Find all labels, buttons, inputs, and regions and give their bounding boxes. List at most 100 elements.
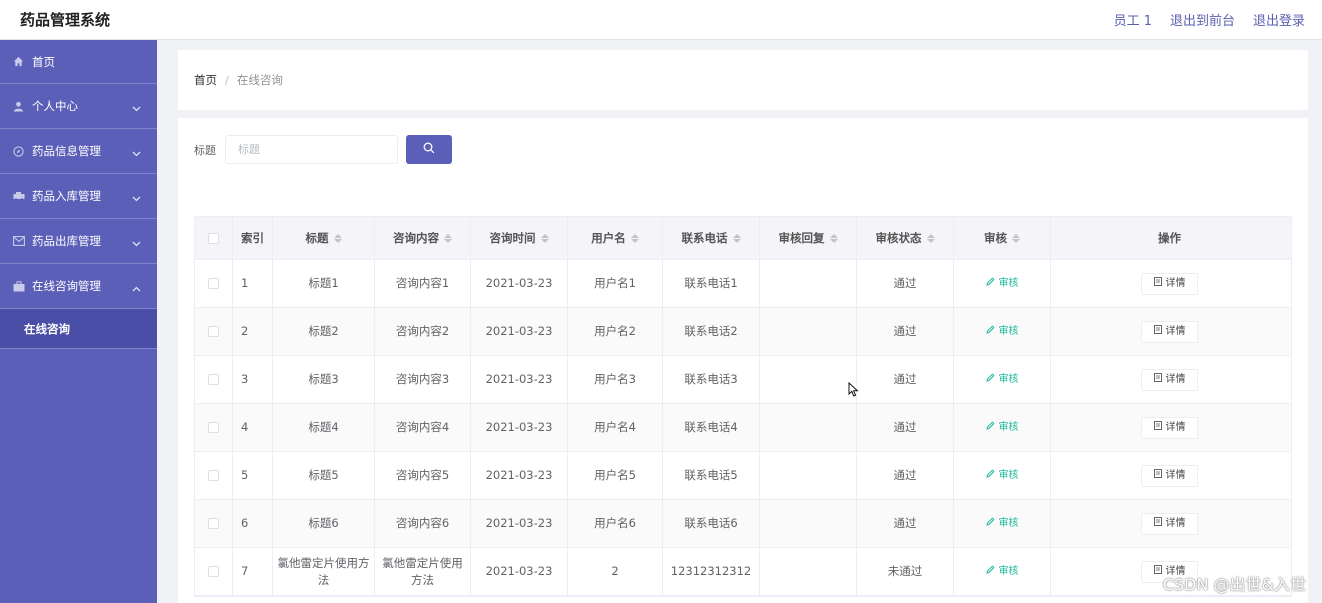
cell-phone: 12312312312: [663, 548, 760, 595]
sidebar-item-label: 在线咨询管理: [32, 279, 101, 293]
breadcrumb-separator: /: [225, 73, 229, 87]
column-header-status[interactable]: 审核状态: [857, 217, 954, 259]
column-header-username[interactable]: 用户名: [568, 217, 663, 259]
column-header-label: 审核回复: [778, 231, 825, 245]
cell-username: 用户名4: [568, 404, 663, 451]
cell-username: 用户名3: [568, 356, 663, 403]
column-header-reply[interactable]: 审核回复: [760, 217, 857, 259]
row-select-cell: [195, 260, 233, 307]
detail-button[interactable]: 详情: [1141, 416, 1198, 439]
cell-title: 标题5: [273, 452, 375, 499]
audit-label: 审核: [998, 470, 1019, 481]
cell-reply: [760, 500, 857, 547]
row-checkbox[interactable]: [208, 374, 219, 385]
sort-icon[interactable]: [926, 233, 935, 243]
cell-audit: 审核: [954, 260, 1051, 307]
sort-icon[interactable]: [1012, 233, 1020, 243]
row-checkbox[interactable]: [208, 518, 219, 529]
cell-index: 1: [233, 260, 273, 307]
audit-link[interactable]: 审核: [985, 563, 1019, 580]
sort-icon[interactable]: [540, 233, 549, 243]
cell-content: 咨询内容3: [375, 356, 471, 403]
detail-button[interactable]: 详情: [1141, 368, 1198, 391]
detail-label: 详情: [1165, 422, 1186, 433]
document-icon: [1153, 563, 1162, 580]
breadcrumb-home[interactable]: 首页: [194, 72, 217, 88]
sidebar-subitem-online-consultation[interactable]: 在线咨询: [0, 309, 157, 349]
row-select-cell: [195, 404, 233, 451]
cell-reply: [760, 308, 857, 355]
sort-icon[interactable]: [829, 233, 838, 243]
cell-status: 通过: [857, 308, 954, 355]
column-header-label: 审核: [984, 231, 1007, 245]
row-select-cell: [195, 308, 233, 355]
sidebar-item-drug-info[interactable]: 药品信息管理: [0, 129, 157, 174]
cell-title: 标题1: [273, 260, 375, 307]
column-header-phone[interactable]: 联系电话: [663, 217, 760, 259]
cell-username: 2: [568, 548, 663, 595]
cell-username: 用户名2: [568, 308, 663, 355]
audit-label: 审核: [998, 422, 1019, 433]
sidebar-item-consultation-management[interactable]: 在线咨询管理: [0, 264, 157, 309]
detail-button[interactable]: 详情: [1141, 320, 1198, 343]
sidebar-item-personal-center[interactable]: 个人中心: [0, 84, 157, 129]
audit-link[interactable]: 审核: [985, 275, 1019, 292]
select-all-checkbox[interactable]: [208, 232, 219, 244]
sidebar-item-drug-inbound[interactable]: 药品入库管理: [0, 174, 157, 219]
cell-content: 咨询内容2: [375, 308, 471, 355]
watermark: CSDN @出世&入世: [1162, 575, 1306, 594]
search-input[interactable]: [225, 135, 398, 164]
cell-content: 咨询内容4: [375, 404, 471, 451]
row-select-cell: [195, 356, 233, 403]
audit-link[interactable]: 审核: [985, 371, 1019, 388]
column-header-audit[interactable]: 审核: [954, 217, 1051, 259]
cell-status: 通过: [857, 452, 954, 499]
row-checkbox[interactable]: [208, 278, 219, 289]
top-links: 员工 1 退出到前台 退出登录: [1114, 10, 1305, 29]
column-header-label: 咨询内容: [393, 231, 439, 245]
cell-index: 2: [233, 308, 273, 355]
search-button[interactable]: [406, 135, 452, 164]
cell-status: 通过: [857, 500, 954, 547]
document-icon: [1153, 323, 1162, 340]
back-to-front-link[interactable]: 退出到前台: [1170, 10, 1235, 29]
table-header: 索引 标题 咨询内容 咨询时间 用户名 联系电话 审核回复 审核状态 审核 操作: [195, 217, 1291, 260]
user-link[interactable]: 员工 1: [1114, 10, 1152, 29]
column-header-time[interactable]: 咨询时间: [471, 217, 568, 259]
sort-icon[interactable]: [444, 233, 452, 243]
audit-link[interactable]: 审核: [985, 323, 1019, 340]
row-checkbox[interactable]: [208, 566, 219, 577]
cell-time: 2021-03-23: [471, 548, 568, 595]
row-checkbox[interactable]: [208, 326, 219, 337]
cell-audit: 审核: [954, 452, 1051, 499]
cell-index: 6: [233, 500, 273, 547]
column-header-content[interactable]: 咨询内容: [375, 217, 471, 259]
edit-icon: [985, 515, 995, 532]
audit-link[interactable]: 审核: [985, 515, 1019, 532]
row-checkbox[interactable]: [208, 422, 219, 433]
sort-icon[interactable]: [732, 233, 741, 243]
detail-button[interactable]: 详情: [1141, 512, 1198, 535]
column-header-title[interactable]: 标题: [273, 217, 375, 259]
audit-label: 审核: [998, 374, 1019, 385]
column-header-actions: 操作: [1051, 217, 1288, 259]
sort-icon[interactable]: [630, 233, 639, 243]
cell-title: 标题2: [273, 308, 375, 355]
sidebar-item-home[interactable]: 首页: [0, 40, 157, 84]
sidebar-item-drug-outbound[interactable]: 药品出库管理: [0, 219, 157, 264]
cell-status: 未通过: [857, 548, 954, 595]
home-icon: [12, 55, 25, 68]
column-header-label: 操作: [1158, 231, 1181, 245]
logout-link[interactable]: 退出登录: [1253, 10, 1305, 29]
sort-icon[interactable]: [333, 233, 342, 243]
breadcrumb-current: 在线咨询: [236, 73, 283, 87]
sidebar-item-label: 药品出库管理: [32, 234, 101, 248]
cell-status: 通过: [857, 356, 954, 403]
detail-button[interactable]: 详情: [1141, 272, 1198, 295]
detail-button[interactable]: 详情: [1141, 464, 1198, 487]
table-row: 7 氯他雷定片使用方法 氯他雷定片使用方法 2021-03-23 2 1231231231…: [195, 548, 1291, 596]
breadcrumb: 首页 / 在线咨询: [178, 50, 1308, 110]
audit-link[interactable]: 审核: [985, 419, 1019, 436]
audit-link[interactable]: 审核: [985, 467, 1019, 484]
row-checkbox[interactable]: [208, 470, 219, 481]
